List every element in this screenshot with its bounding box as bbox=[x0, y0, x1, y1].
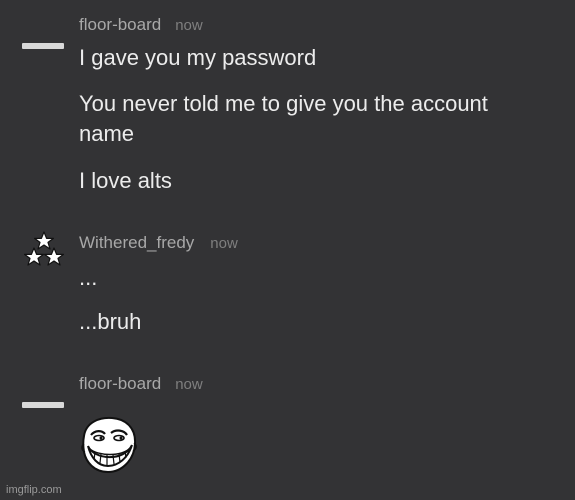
timestamp: now bbox=[175, 17, 203, 34]
chat-screen: { "groups": [ { "username": "floor-board… bbox=[0, 0, 575, 500]
message-header: Withered_fredy now bbox=[79, 233, 238, 253]
username[interactable]: floor-board bbox=[79, 374, 161, 393]
stars-avatar-icon[interactable] bbox=[24, 230, 66, 270]
message-header: floor-board now bbox=[79, 374, 203, 394]
trollface-emoji-icon bbox=[78, 414, 140, 476]
message-text: ...bruh bbox=[79, 309, 142, 334]
message-text: I love alts bbox=[79, 168, 172, 193]
username[interactable]: floor-board bbox=[79, 15, 161, 34]
message-text: I gave you my password bbox=[79, 45, 317, 70]
message-header: floor-board now bbox=[79, 15, 203, 35]
watermark: imgflip.com bbox=[6, 484, 62, 496]
username[interactable]: Withered_fredy bbox=[79, 233, 194, 252]
timestamp: now bbox=[210, 235, 238, 252]
message-text: You never told me to give you the accoun… bbox=[79, 91, 488, 146]
dash-avatar-icon[interactable] bbox=[22, 43, 64, 49]
dash-avatar-icon[interactable] bbox=[22, 402, 64, 408]
message-text: ... bbox=[79, 265, 98, 290]
timestamp: now bbox=[175, 376, 203, 393]
